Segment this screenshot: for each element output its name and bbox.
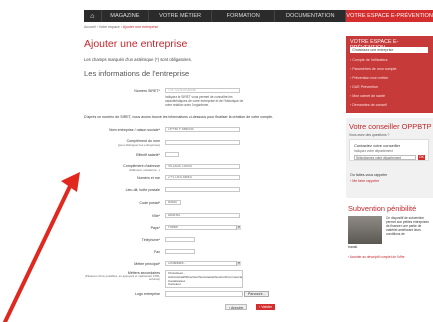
company-name-label: Nom entreprise / raison sociale*: [109, 128, 160, 132]
submit-button-label: Valider: [261, 305, 273, 309]
logo-label: Logo entreprise: [135, 292, 160, 296]
city-input[interactable]: AMIENS: [165, 213, 240, 218]
fax-input[interactable]: [165, 249, 195, 254]
subsidy-text: Ce dispositif de subvention permet aux p…: [386, 216, 429, 236]
browse-button[interactable]: Parcourir...: [244, 291, 270, 297]
nav-item-espace-prevention[interactable]: VOTRE ESPACE E-PRÉVENTION: [345, 10, 433, 22]
breadcrumb: Accueil › Votre espace › Ajouter une ent…: [84, 25, 158, 29]
name-complement-sublabel: (pour distinguer les entreprises): [117, 143, 160, 147]
company-name-input[interactable]: OPPBTP AMIENS: [165, 127, 240, 132]
postal-code-input[interactable]: 80480: [165, 200, 181, 205]
nav-item-formation[interactable]: FORMATION: [211, 10, 274, 22]
headcount-input[interactable]: [165, 152, 179, 157]
chevron-down-icon[interactable]: ▼: [236, 225, 241, 230]
headcount-label: Effectif salarié*: [136, 153, 160, 157]
chevron-down-icon[interactable]: ▼: [236, 261, 241, 266]
nav-item-magazine[interactable]: MAGAZINE: [100, 10, 148, 22]
locality-label: Lieu-dit, boîte postale: [125, 188, 160, 192]
company-select[interactable]: Choisissez une entreprise: [350, 47, 428, 53]
advisor-panel: Votre conseiller OPPBTP Vous avez des qu…: [346, 118, 433, 198]
espace-link[interactable]: › Demandes de conseil: [350, 103, 387, 107]
department-select[interactable]: Sélectionnez votre département: [354, 155, 416, 160]
address-complement-input[interactable]: VILLAGE OASIS: [165, 164, 240, 169]
info-note: D'après ce numéro de SIRET, nous avons t…: [84, 115, 274, 119]
breadcrumb-current: Ajouter une entreprise: [122, 25, 159, 29]
phone-input[interactable]: [165, 237, 195, 242]
contact-title: Contactez votre conseiller: [354, 143, 401, 148]
home-icon[interactable]: ⌂: [84, 10, 101, 22]
nav-item-documentation[interactable]: DOCUMENTATION: [274, 10, 345, 22]
fax-label: Fax: [154, 250, 160, 254]
top-navigation: ⌂ MAGAZINE VOTRE MÉTIER FORMATION DOCUME…: [84, 10, 433, 22]
street-label: Numéro et rue: [137, 176, 160, 180]
espace-link[interactable]: › Prévention mon métier: [350, 76, 388, 80]
mandatory-note: Les champs marqués d'un astérisque (*) s…: [84, 57, 192, 62]
espace-link[interactable]: › Paramètres de mon compte: [350, 67, 397, 71]
contact-subtitle: Indiquez votre département: [354, 149, 393, 153]
secondary-trades-sublabel: (Plusieurs choix possibles, en appuyant …: [85, 274, 160, 282]
callback-title: Ou faites-vous rappeler: [350, 173, 388, 177]
logo-file-input[interactable]: [165, 291, 243, 297]
country-label: Pays*: [150, 226, 160, 230]
siret-input[interactable]: 775 722 814 00046: [165, 88, 240, 93]
postal-code-label: Code postal*: [139, 201, 160, 205]
advisor-subtitle: Vous avez des questions ?: [349, 133, 390, 137]
page-title: Ajouter une entreprise: [84, 38, 188, 50]
cancel-button-label: Annuler: [231, 306, 244, 310]
submit-button[interactable]: › Valider: [256, 304, 276, 310]
department-go-button[interactable]: OK: [418, 155, 425, 160]
contact-box: Contactez votre conseiller Indiquez votr…: [349, 139, 429, 161]
list-item[interactable]: Carreleur: [168, 283, 240, 287]
subsidy-link[interactable]: › Accéder au descriptif complet de l'off…: [348, 255, 405, 259]
country-select[interactable]: France: [165, 225, 240, 230]
phone-label: Téléphone*: [141, 238, 160, 242]
city-label: Ville*: [151, 214, 160, 218]
name-complement-input[interactable]: [165, 140, 240, 145]
advisor-title: Votre conseiller OPPBTP: [349, 122, 432, 131]
espace-link[interactable]: › DUE Prévention: [350, 85, 378, 89]
subsidy-text-more: travail.: [348, 245, 358, 249]
secondary-trades-listbox[interactable]: Choisissez... Administratif/Direction/Se…: [165, 270, 243, 288]
siret-label: Numéro SIRET*: [134, 89, 160, 93]
espace-link[interactable]: › Mon carnet de santé: [350, 94, 385, 98]
locality-input[interactable]: [165, 187, 240, 192]
nav-item-votre-metier[interactable]: VOTRE MÉTIER: [148, 10, 211, 22]
siret-hint: Indiquez le SIRET vous permet de connaît…: [165, 95, 244, 107]
section-title: Les informations de l'entreprise: [84, 69, 190, 78]
espace-panel: VOTRE ESPACE E-PRÉVENTION Choisissez une…: [346, 36, 433, 113]
street-input[interactable]: 2 PL DES ABIES: [165, 175, 240, 180]
main-trade-select[interactable]: Choisissez...: [165, 261, 240, 266]
main-trade-label: Métier principal*: [134, 262, 160, 266]
subsidy-title: Subvention pénibilité: [348, 204, 417, 213]
address-complement-sublabel: (bâtiment, résidence...): [129, 168, 160, 172]
subsidy-image: [348, 216, 382, 244]
breadcrumb-base[interactable]: Accueil › Votre espace ›: [84, 25, 122, 29]
cancel-button[interactable]: › Annuler: [225, 304, 248, 310]
callback-link[interactable]: › Me faire rappeler: [350, 179, 379, 183]
espace-link[interactable]: › Compte de l'utilisateur: [350, 58, 388, 62]
